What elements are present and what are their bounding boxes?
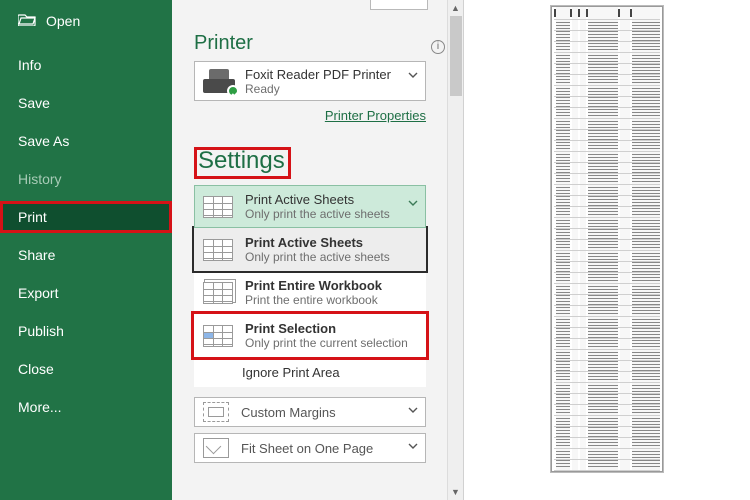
folder-open-icon [18, 12, 36, 29]
chevron-down-icon [407, 196, 419, 214]
sidebar-item-info[interactable]: Info [0, 49, 172, 81]
workbook-icon [203, 282, 233, 304]
sidebar-item-more[interactable]: More... [0, 391, 172, 423]
sidebar-item-export[interactable]: Export [0, 277, 172, 309]
scaling-selector[interactable]: Fit Sheet on One Page [194, 433, 426, 463]
info-icon[interactable]: i [431, 40, 445, 54]
print-what-selector[interactable]: Print Active Sheets Only print the activ… [194, 185, 426, 228]
printer-selector[interactable]: Foxit Reader PDF Printer Ready [194, 61, 426, 101]
settings-heading: Settings [194, 147, 291, 179]
sidebar-item-history: History [0, 163, 172, 195]
sidebar-item-close[interactable]: Close [0, 353, 172, 385]
printer-properties-link-row: Printer Properties [194, 107, 426, 125]
print-settings-panel: i Printer Foxit Reader PDF Printer Ready… [172, 0, 464, 500]
printer-heading: Printer [194, 32, 455, 55]
print-preview-area [464, 0, 750, 500]
margins-icon [203, 402, 229, 422]
sidebar-item-publish[interactable]: Publish [0, 315, 172, 347]
sidebar-item-save[interactable]: Save [0, 87, 172, 119]
selection-icon [203, 325, 233, 347]
printer-icon [203, 69, 235, 93]
sheet-icon [203, 196, 233, 218]
preview-page [551, 6, 663, 472]
fit-page-icon [203, 438, 229, 458]
print-button-partial[interactable] [370, 0, 428, 10]
option-print-active-sheets[interactable]: Print Active Sheets Only print the activ… [194, 228, 426, 271]
sidebar-item-save-as[interactable]: Save As [0, 125, 172, 157]
panel-scrollbar[interactable]: ▲ ▼ [447, 0, 463, 500]
chevron-down-icon [407, 440, 419, 455]
chevron-down-icon [407, 68, 419, 86]
option-print-selection[interactable]: Print Selection Only print the current s… [194, 314, 426, 357]
scroll-thumb[interactable] [450, 16, 462, 96]
chevron-down-icon [407, 404, 419, 419]
backstage-sidebar: Open Info Save Save As History Print Sha… [0, 0, 172, 500]
printer-name: Foxit Reader PDF Printer [245, 67, 391, 82]
margins-selector[interactable]: Custom Margins [194, 397, 426, 427]
selected-option-title: Print Active Sheets [245, 192, 390, 207]
sidebar-item-open[interactable]: Open [0, 8, 172, 43]
sidebar-item-print[interactable]: Print [0, 201, 172, 233]
printer-properties-link[interactable]: Printer Properties [325, 108, 426, 123]
sidebar-open-label: Open [46, 13, 80, 29]
option-ignore-print-area[interactable]: Ignore Print Area [194, 357, 426, 387]
selected-option-sub: Only print the active sheets [245, 207, 390, 221]
printer-status: Ready [245, 82, 391, 96]
scroll-up-icon[interactable]: ▲ [448, 0, 463, 16]
sidebar-item-share[interactable]: Share [0, 239, 172, 271]
sheet-icon [203, 239, 233, 261]
scroll-down-icon[interactable]: ▼ [448, 484, 463, 500]
option-print-entire-workbook[interactable]: Print Entire Workbook Print the entire w… [194, 271, 426, 314]
